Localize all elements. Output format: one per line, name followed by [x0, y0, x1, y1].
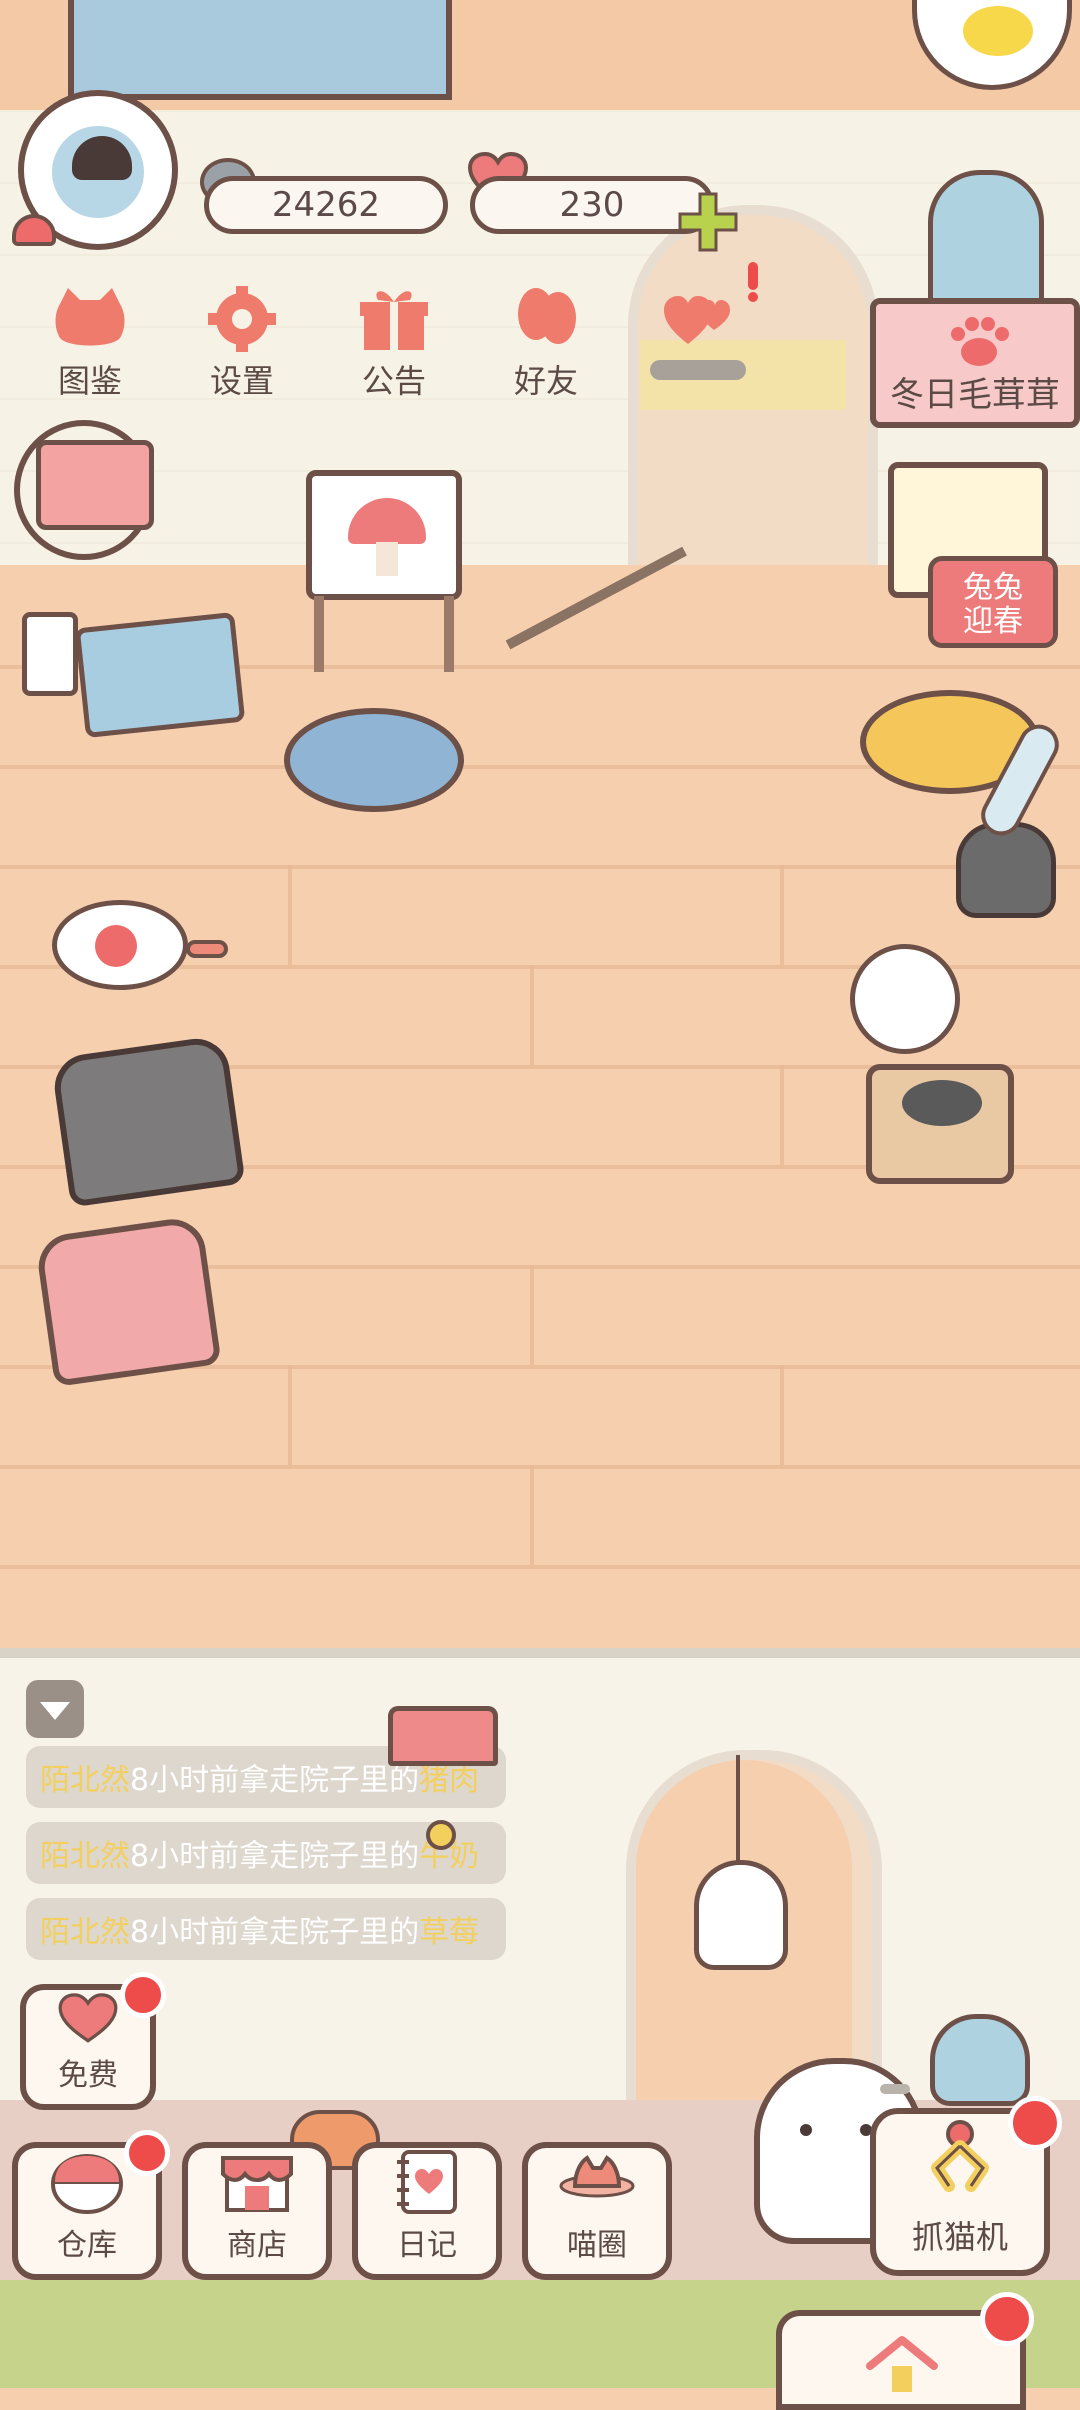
shop-button-label: 商店 [227, 2228, 287, 2263]
gear-icon [208, 286, 276, 352]
feed-text: 8小时前拿走院子里的 [130, 1915, 420, 1950]
fish-counter: 24262 [204, 176, 448, 234]
gramophone-box [866, 1064, 1014, 1184]
gift-icon [360, 291, 428, 350]
shop-button[interactable]: 商店 [182, 2142, 332, 2280]
event-banner-label: 冬日毛茸茸 [890, 375, 1060, 415]
hand-fan [52, 900, 188, 990]
menu-announcement[interactable]: 公告 [334, 284, 454, 404]
menu-hearts[interactable] [638, 284, 758, 404]
free-notification-badge [120, 1972, 166, 2018]
menu-announcement-label: 公告 [361, 362, 426, 400]
cat-circle-button-label: 喵圈 [567, 2228, 627, 2263]
chat-toggle-icon [40, 1702, 70, 1720]
menu-collection[interactable]: 图鉴 [30, 284, 150, 404]
birdhouse-bell [426, 1820, 456, 1850]
paw-icon [951, 317, 1009, 366]
menu-collection-label: 图鉴 [57, 362, 122, 400]
birdhouse [388, 1706, 498, 1766]
free-button-label: 免费 [58, 2058, 118, 2093]
feed-item: 草莓 [419, 1915, 480, 1950]
ink-pot [956, 822, 1056, 918]
claw-notification-badge [1008, 2096, 1062, 2150]
claw-machine-button-label: 抓猫机 [911, 2218, 1008, 2256]
warehouse-button-label: 仓库 [57, 2228, 117, 2263]
easel-legs [314, 596, 454, 672]
book-stack [74, 611, 246, 739]
heart-count: 230 [559, 185, 625, 225]
exclamation-icon [748, 262, 758, 302]
rabbit-event-sign[interactable]: 兔兔 迎春 [928, 556, 1058, 648]
add-hearts-plus-icon[interactable] [676, 190, 740, 254]
feed-player-name: 陌北然 [40, 1763, 130, 1798]
gramophone-horn [850, 944, 960, 1054]
easel-mushroom [306, 470, 462, 600]
claw-icon [931, 2120, 989, 2192]
feed-toggle[interactable] [26, 1680, 84, 1738]
hanging-ghost-string [736, 1755, 740, 1865]
bed-frame [68, 0, 452, 100]
feed-player-name: 陌北然 [40, 1839, 130, 1874]
rabbit-sign-line-1: 兔兔 [963, 570, 1023, 605]
warehouse-notification-badge [124, 2130, 170, 2176]
heart-face-icon [58, 1993, 118, 2043]
diary-button-label: 日记 [397, 2228, 457, 2263]
menu-hearts-bar [650, 360, 746, 380]
menu-settings[interactable]: 设置 [182, 284, 302, 404]
cat-planet-icon [559, 2155, 635, 2198]
event-banner[interactable]: 冬日毛茸茸 [870, 298, 1080, 428]
menu-settings-label: 设置 [209, 362, 274, 400]
menu-friends[interactable]: 好友 [486, 284, 606, 404]
grey-backpack [50, 1034, 246, 1208]
coffee-cup [22, 612, 78, 696]
friends-icon [518, 288, 576, 344]
calendar [36, 440, 154, 530]
hearts-icon [664, 296, 730, 344]
feed-player-name: 陌北然 [40, 1915, 130, 1950]
fish-count: 24262 [271, 185, 381, 225]
cat-circle-button[interactable]: 喵圈 [522, 2142, 672, 2280]
pink-backpack [34, 1215, 222, 1387]
cat-head-icon [55, 288, 125, 346]
event-mirror [928, 170, 1044, 310]
fan-handle [186, 940, 228, 958]
blue-rug [284, 708, 464, 812]
warehouse-icon [51, 2154, 123, 2214]
feed-row: 陌北然 8小时前拿走院子里的 草莓 [26, 1898, 506, 1960]
feed-text: 8小时前拿走院子里的 [130, 1763, 420, 1798]
diary-button[interactable]: 日记 [352, 2142, 502, 2280]
diary-icon [397, 2150, 457, 2214]
robot-buddy [930, 2014, 1030, 2106]
floor-divider [0, 1648, 1080, 1658]
home-icon [866, 2336, 938, 2392]
menu-friends-label: 好友 [513, 362, 578, 400]
hanging-ghost [694, 1860, 788, 1970]
home-notification-badge [980, 2292, 1034, 2346]
rabbit-sign-line-2: 迎春 [963, 604, 1023, 639]
lower-wall [0, 1658, 1080, 2118]
shop-icon [221, 2156, 293, 2212]
feed-text: 8小时前拿走院子里的 [130, 1839, 420, 1874]
